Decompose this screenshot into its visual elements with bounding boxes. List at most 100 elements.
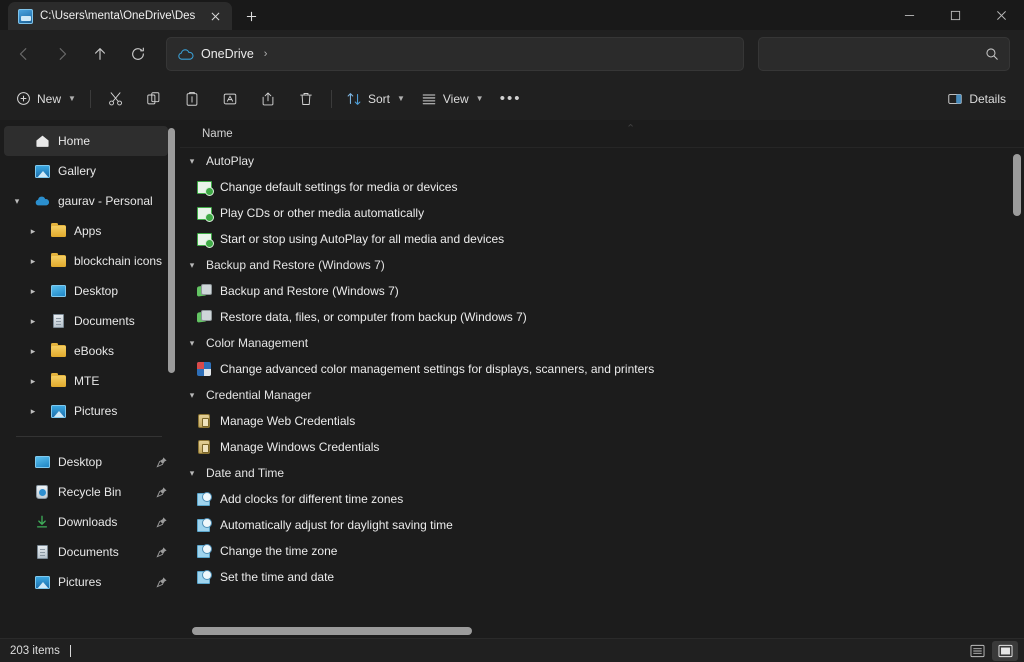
folder-icon	[49, 222, 67, 237]
share-button[interactable]	[249, 84, 287, 114]
more-options-button[interactable]: •••	[492, 84, 530, 114]
chevron-down-icon[interactable]: ▾	[186, 338, 198, 349]
sidebar-item-gallery[interactable]: ▸ Gallery	[4, 156, 168, 186]
search-icon[interactable]	[985, 47, 999, 61]
list-item[interactable]: Automatically adjust for daylight saving…	[180, 512, 1024, 538]
clock-icon	[196, 517, 212, 533]
chevron-right-icon[interactable]: ▸	[24, 256, 42, 267]
pin-icon[interactable]	[156, 516, 168, 528]
refresh-button[interactable]	[120, 37, 156, 71]
minimize-button[interactable]	[886, 0, 932, 30]
chevron-down-icon[interactable]: ▾	[186, 390, 198, 401]
list-item[interactable]: Add clocks for different time zones	[180, 486, 1024, 512]
list-view-button[interactable]	[964, 641, 990, 661]
sidebar-item-pictures[interactable]: ▸ Pictures	[4, 396, 168, 426]
maximize-button[interactable]	[932, 0, 978, 30]
pin-icon[interactable]	[156, 546, 168, 558]
list-item[interactable]: Play CDs or other media automatically	[180, 200, 1024, 226]
sidebar-item-desktop-pinned[interactable]: ▸ Desktop	[4, 447, 168, 477]
group-header-credential-manager[interactable]: ▾ Credential Manager	[180, 382, 1024, 408]
forward-button[interactable]	[44, 37, 80, 71]
chevron-right-icon[interactable]: ▸	[24, 286, 42, 297]
autoplay-icon	[196, 231, 214, 248]
sidebar-item-gaurav-personal[interactable]: ▾ gaurav - Personal	[4, 186, 168, 216]
chevron-down-icon[interactable]: ▾	[186, 156, 198, 167]
view-button[interactable]: View ▼	[413, 84, 492, 114]
pictures-icon	[49, 404, 67, 418]
sidebar-item-pictures-pinned[interactable]: ▸ Pictures	[4, 567, 168, 597]
view-toggle-group	[964, 640, 1018, 661]
cut-button[interactable]	[97, 84, 135, 114]
back-button[interactable]	[6, 37, 42, 71]
documents-icon	[33, 545, 51, 559]
list-item[interactable]: Set the time and date	[180, 564, 1024, 590]
documents-icon	[49, 314, 67, 328]
chevron-down-icon[interactable]: ▾	[8, 196, 26, 207]
group-header-backup-and-restore[interactable]: ▾ Backup and Restore (Windows 7)	[180, 252, 1024, 278]
details-pane-button[interactable]: Details	[939, 84, 1014, 114]
new-button[interactable]: New ▼	[8, 84, 84, 114]
sidebar-item-apps[interactable]: ▸ Apps	[4, 216, 168, 246]
rename-button[interactable]	[211, 84, 249, 114]
paste-button[interactable]	[173, 84, 211, 114]
sidebar-item-documents-pinned[interactable]: ▸ Documents	[4, 537, 168, 567]
list-item[interactable]: Change advanced color management setting…	[180, 356, 1024, 382]
group-header-color-management[interactable]: ▾ Color Management	[180, 330, 1024, 356]
details-view-button[interactable]	[992, 640, 1018, 661]
vertical-scrollbar-thumb[interactable]	[1013, 154, 1021, 216]
list-item[interactable]: Restore data, files, or computer from ba…	[180, 304, 1024, 330]
sidebar-item-mte[interactable]: ▸ MTE	[4, 366, 168, 396]
delete-button[interactable]	[287, 84, 325, 114]
sidebar-item-ebooks[interactable]: ▸ eBooks	[4, 336, 168, 366]
list-item[interactable]: Change default settings for media or dev…	[180, 174, 1024, 200]
navigation-pane: ▸ Home ▸ Gallery ▾ gaurav - Personal ▸	[0, 120, 180, 638]
list-item[interactable]: Change the time zone	[180, 538, 1024, 564]
item-count-label: 203 items	[10, 644, 60, 657]
sidebar-item-home[interactable]: ▸ Home	[4, 126, 168, 156]
copy-button[interactable]	[135, 84, 173, 114]
sort-button[interactable]: Sort ▼	[338, 84, 413, 114]
new-tab-button[interactable]	[236, 2, 266, 30]
credential-icon	[196, 439, 212, 455]
sidebar-item-desktop[interactable]: ▸ Desktop	[4, 276, 168, 306]
tab-title: C:\Users\menta\OneDrive\Des	[40, 10, 196, 22]
sidebar-item-blockchain-icons[interactable]: ▸ blockchain icons	[4, 246, 168, 276]
close-tab-icon[interactable]	[202, 5, 228, 27]
clock-icon	[196, 491, 212, 507]
chevron-down-icon[interactable]: ▾	[186, 260, 198, 271]
list-item[interactable]: Start or stop using AutoPlay for all med…	[180, 226, 1024, 252]
chevron-right-icon[interactable]: ▸	[24, 226, 42, 237]
address-bar[interactable]: OneDrive ›	[166, 37, 744, 71]
pin-icon[interactable]	[156, 576, 168, 588]
horizontal-scrollbar[interactable]	[180, 624, 1010, 638]
list-item[interactable]: Backup and Restore (Windows 7)	[180, 278, 1024, 304]
chevron-right-icon[interactable]: ▸	[24, 376, 42, 387]
breadcrumb-separator[interactable]: ›	[262, 48, 270, 60]
sidebar-item-documents[interactable]: ▸ Documents	[4, 306, 168, 336]
breadcrumb-onedrive[interactable]: OneDrive	[177, 47, 254, 61]
tab-active[interactable]: C:\Users\menta\OneDrive\Des	[8, 2, 233, 30]
chevron-down-icon[interactable]: ▾	[186, 468, 198, 479]
sidebar-item-recycle-bin[interactable]: ▸ Recycle Bin	[4, 477, 168, 507]
column-header-name[interactable]: Name	[202, 128, 233, 140]
pin-icon[interactable]	[156, 486, 168, 498]
horizontal-scrollbar-thumb[interactable]	[192, 627, 472, 635]
list-item[interactable]: Manage Web Credentials	[180, 408, 1024, 434]
chevron-right-icon[interactable]: ▸	[24, 406, 42, 417]
up-button[interactable]	[82, 37, 118, 71]
search-box[interactable]	[758, 37, 1010, 71]
group-header-date-and-time[interactable]: ▾ Date and Time	[180, 460, 1024, 486]
chevron-right-icon[interactable]: ▸	[24, 316, 42, 327]
chevron-right-icon[interactable]: ▸	[24, 346, 42, 357]
command-bar: New ▼ Sort ▼ View ▼ ••• Details	[0, 78, 1024, 120]
pin-icon[interactable]	[156, 456, 168, 468]
group-header-autoplay[interactable]: ▾ AutoPlay	[180, 148, 1024, 174]
list-item-label: Set the time and date	[220, 570, 335, 584]
sidebar-item-downloads[interactable]: ▸ Downloads	[4, 507, 168, 537]
sidebar-label: Documents	[74, 314, 135, 328]
close-window-button[interactable]	[978, 0, 1024, 30]
sidebar-scrollbar-thumb[interactable]	[168, 128, 175, 373]
search-input[interactable]	[769, 47, 985, 61]
list-item[interactable]: Manage Windows Credentials	[180, 434, 1024, 460]
vertical-scrollbar[interactable]	[1012, 150, 1022, 620]
